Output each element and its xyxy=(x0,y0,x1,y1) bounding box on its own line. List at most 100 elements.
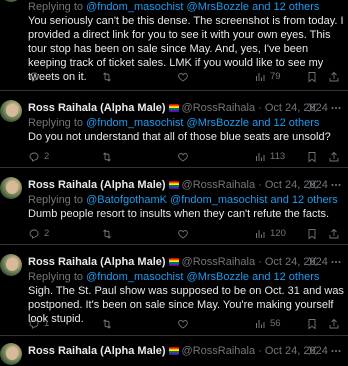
tweet-header: Ross Raihala (Alpha Male) @RossRaihala · … xyxy=(28,254,348,270)
retweet-icon xyxy=(101,228,113,240)
tweet[interactable]: Ross Raihala (Alpha Male) @RossRaihala · … xyxy=(0,168,348,245)
retweet-icon xyxy=(101,318,113,330)
share-icon xyxy=(328,228,340,240)
more-icon[interactable] xyxy=(330,179,342,191)
heart-icon xyxy=(177,318,189,330)
retweet-button[interactable] xyxy=(101,70,117,84)
rainbow-flag-icon xyxy=(168,181,179,189)
grok-icon[interactable] xyxy=(307,179,318,190)
views-button[interactable]: 113 xyxy=(254,150,285,164)
share-button[interactable] xyxy=(328,317,340,331)
reply-button[interactable] xyxy=(28,70,44,84)
handle[interactable]: @RossRaihala xyxy=(182,345,256,357)
tweet-header: Ross Raihala (Alpha Male) @RossRaihala · … xyxy=(28,177,348,193)
avatar[interactable] xyxy=(0,0,22,2)
share-button[interactable] xyxy=(328,150,340,164)
more-icon[interactable] xyxy=(330,345,342,357)
bar-chart-icon xyxy=(254,71,266,83)
bookmark-button[interactable] xyxy=(306,227,318,241)
share-button[interactable] xyxy=(328,70,340,84)
reply-button[interactable]: 1 xyxy=(28,317,49,331)
like-button[interactable] xyxy=(177,317,193,331)
share-icon xyxy=(328,151,340,163)
replying-to: Replying to @fndom_masochist @MrsBozzle … xyxy=(28,116,348,130)
bookmark-button[interactable] xyxy=(306,317,318,331)
reply-count: 2 xyxy=(44,151,50,162)
display-name[interactable]: Ross Raihala (Alpha Male) xyxy=(28,179,166,191)
bookmark-button[interactable] xyxy=(306,150,318,164)
display-name[interactable]: Ross Raihala (Alpha Male) xyxy=(28,256,166,268)
grok-icon[interactable] xyxy=(307,345,318,356)
more-icon[interactable] xyxy=(330,256,342,268)
like-button[interactable] xyxy=(177,227,193,241)
share-icon xyxy=(328,318,340,330)
handle[interactable]: @RossRaihala xyxy=(182,256,256,268)
views-button[interactable]: 120 xyxy=(254,227,286,241)
display-name[interactable]: Ross Raihala (Alpha Male) xyxy=(28,345,166,357)
views-button[interactable]: 79 xyxy=(254,70,281,84)
tweet-header: Ross Raihala (Alpha Male) @RossRaihala · … xyxy=(28,343,348,359)
separator-dot: · xyxy=(258,102,262,114)
grok-icon[interactable] xyxy=(307,256,318,267)
timestamp[interactable]: Oct 24, 2024 xyxy=(265,345,328,357)
avatar[interactable] xyxy=(0,177,22,199)
view-count: 56 xyxy=(270,318,281,329)
bookmark-icon xyxy=(306,71,318,83)
replying-to-handles[interactable]: @fndom_masochist @MrsBozzle and 12 other… xyxy=(86,117,319,129)
separator-dot: · xyxy=(258,256,262,268)
heart-icon xyxy=(177,71,189,83)
tweet-actions: 79 xyxy=(28,70,340,84)
tweet[interactable]: Ross Raihala (Alpha Male) @RossRaihala · … xyxy=(0,245,348,336)
more-icon[interactable] xyxy=(330,102,342,114)
view-count: 120 xyxy=(270,228,286,239)
handle[interactable]: @RossRaihala xyxy=(182,179,256,191)
replying-to: Replying to @BatofgothamK @fndom_masochi… xyxy=(28,193,348,207)
bookmark-button[interactable] xyxy=(306,70,318,84)
retweet-icon xyxy=(101,151,113,163)
view-count: 113 xyxy=(270,151,286,162)
display-name[interactable]: Ross Raihala (Alpha Male) xyxy=(28,102,166,114)
bar-chart-icon xyxy=(254,318,266,330)
replying-to-label: Replying to xyxy=(28,1,87,13)
avatar[interactable] xyxy=(0,343,22,365)
tweet-actions: 2 113 xyxy=(28,150,340,164)
replying-to-label: Replying to xyxy=(28,194,87,206)
reply-icon xyxy=(28,228,40,240)
timestamp[interactable]: Oct 24, 2024 xyxy=(265,179,328,191)
like-button[interactable] xyxy=(177,70,193,84)
replying-to: Replying to @fndom_masochist @MrsBozzle … xyxy=(28,0,348,14)
replying-to-handles[interactable]: @BatofgothamK @fndom_masochist and 12 ot… xyxy=(86,194,338,206)
tweet[interactable]: Replying to @fndom_masochist @MrsBozzle … xyxy=(0,0,348,91)
reply-icon xyxy=(28,318,40,330)
replying-to-handles[interactable]: @fndom_masochist @MrsBozzle and 12 other… xyxy=(86,1,319,13)
rainbow-flag-icon xyxy=(168,347,179,355)
retweet-button[interactable] xyxy=(101,317,117,331)
separator-dot: · xyxy=(258,179,262,191)
tweet-actions: 1 56 xyxy=(28,317,340,331)
handle[interactable]: @RossRaihala xyxy=(182,102,256,114)
views-button[interactable]: 56 xyxy=(254,317,281,331)
retweet-button[interactable] xyxy=(101,150,117,164)
view-count: 79 xyxy=(270,71,281,82)
reply-count: 1 xyxy=(44,318,50,329)
tweet-header: Ross Raihala (Alpha Male) @RossRaihala · … xyxy=(28,100,348,116)
timestamp[interactable]: Oct 24, 2024 xyxy=(265,256,328,268)
reply-button[interactable]: 2 xyxy=(28,150,49,164)
grok-icon[interactable] xyxy=(307,102,318,113)
reply-count: 2 xyxy=(44,228,50,239)
share-button[interactable] xyxy=(328,227,340,241)
reply-button[interactable]: 2 xyxy=(28,227,49,241)
replying-to: Replying to @fndom_masochist @MrsBozzle … xyxy=(28,270,348,284)
replying-to-label: Replying to xyxy=(28,117,87,129)
timestamp[interactable]: Oct 24, 2024 xyxy=(265,102,328,114)
tweet[interactable]: Ross Raihala (Alpha Male) @RossRaihala · … xyxy=(0,336,348,366)
tweet[interactable]: Ross Raihala (Alpha Male) @RossRaihala · … xyxy=(0,91,348,168)
like-button[interactable] xyxy=(177,150,193,164)
bookmark-icon xyxy=(306,228,318,240)
retweet-button[interactable] xyxy=(101,227,117,241)
avatar[interactable] xyxy=(0,254,22,276)
reply-icon xyxy=(28,71,40,83)
rainbow-flag-icon xyxy=(168,104,179,112)
avatar[interactable] xyxy=(0,100,22,122)
replying-to-handles[interactable]: @fndom_masochist @MrsBozzle and 12 other… xyxy=(86,271,319,283)
